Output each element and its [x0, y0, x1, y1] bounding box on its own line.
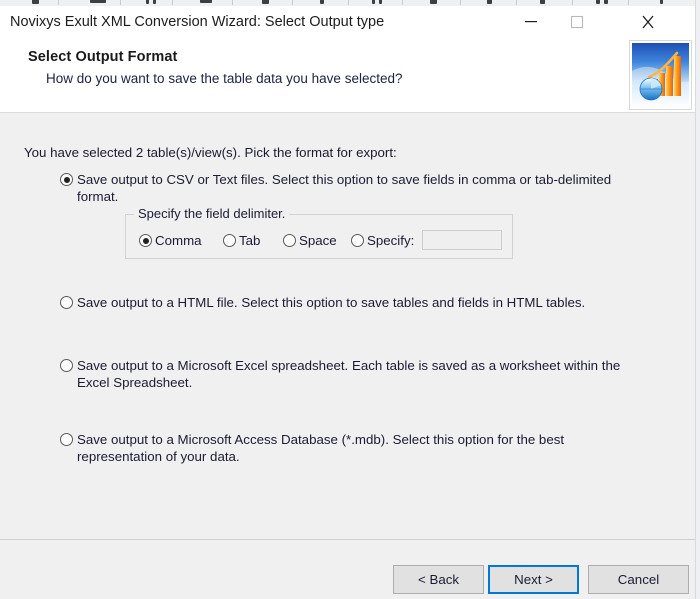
wizard-body: You have selected 2 table(s)/view(s). Pi…	[0, 113, 695, 539]
radio-option-space[interactable]: Space	[283, 232, 337, 249]
radio-indicator-excel[interactable]	[60, 359, 73, 372]
radio-label-excel: Save output to a Microsoft Excel spreads…	[77, 358, 621, 390]
window-title: Novixys Exult XML Conversion Wizard: Sel…	[10, 14, 385, 30]
close-button[interactable]	[600, 6, 695, 37]
wizard-dialog: Novixys Exult XML Conversion Wizard: Sel…	[0, 6, 695, 599]
radio-indicator-tab[interactable]	[223, 234, 236, 247]
wizard-footer: < Back Next > Cancel	[0, 539, 695, 599]
radio-indicator-html[interactable]	[60, 296, 73, 309]
delimiter-groupbox: Specify the field delimiter. Comma Tab S…	[125, 206, 513, 259]
maximize-button[interactable]	[554, 6, 600, 37]
minimize-button[interactable]	[508, 6, 554, 37]
radio-label-html: Save output to a HTML file. Select this …	[77, 295, 586, 310]
radio-label-space: Space	[299, 233, 337, 248]
radio-option-tab[interactable]: Tab	[223, 232, 260, 249]
radio-label-tab: Tab	[239, 233, 261, 248]
radio-option-specify[interactable]: Specify:	[351, 232, 414, 249]
background-right-edge	[695, 0, 700, 599]
radio-indicator-space[interactable]	[283, 234, 296, 247]
close-icon	[600, 6, 695, 37]
radio-label-access: Save output to a Microsoft Access Databa…	[77, 432, 565, 464]
radio-option-excel[interactable]: Save output to a Microsoft Excel spreads…	[60, 357, 640, 391]
radio-option-html[interactable]: Save output to a HTML file. Select this …	[60, 294, 640, 311]
exult-chart-logo	[629, 40, 692, 110]
radio-label-comma: Comma	[155, 233, 202, 248]
radio-option-comma[interactable]: Comma	[139, 232, 202, 249]
delimiter-groupbox-legend: Specify the field delimiter.	[134, 206, 290, 221]
radio-indicator-specify[interactable]	[351, 234, 364, 247]
page-title: Select Output Format	[28, 49, 178, 65]
back-button[interactable]: < Back	[393, 565, 484, 594]
radio-indicator-csv[interactable]	[60, 173, 73, 186]
custom-delimiter-input[interactable]	[422, 230, 502, 250]
next-button[interactable]: Next >	[488, 565, 579, 594]
radio-option-csv[interactable]: Save output to CSV or Text files. Select…	[60, 171, 640, 205]
title-bar: Novixys Exult XML Conversion Wizard: Sel…	[0, 6, 695, 38]
page-subtitle: How do you want to save the table data y…	[46, 71, 403, 86]
radio-option-access[interactable]: Save output to a Microsoft Access Databa…	[60, 431, 605, 465]
radio-label-csv: Save output to CSV or Text files. Select…	[77, 172, 612, 204]
selection-summary: You have selected 2 table(s)/view(s). Pi…	[24, 145, 397, 160]
maximize-icon	[554, 6, 600, 37]
radio-indicator-comma[interactable]	[139, 234, 152, 247]
radio-indicator-access[interactable]	[60, 433, 73, 446]
wizard-header: Select Output Format How do you want to …	[0, 38, 695, 113]
minimize-icon	[508, 6, 554, 37]
radio-label-specify: Specify:	[367, 233, 415, 248]
cancel-button[interactable]: Cancel	[588, 565, 689, 594]
